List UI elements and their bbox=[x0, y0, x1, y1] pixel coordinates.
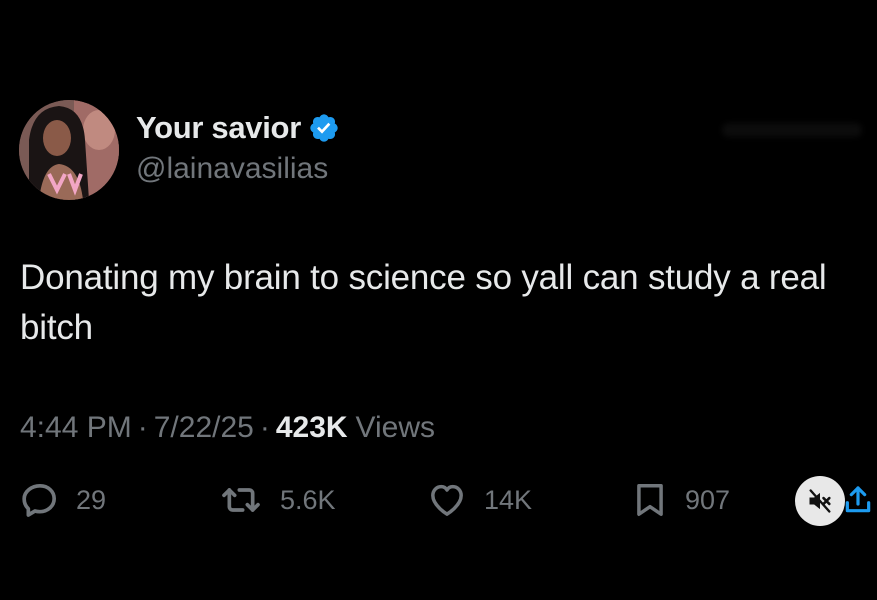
meta-separator: · bbox=[137, 411, 148, 444]
avatar[interactable] bbox=[19, 100, 119, 200]
meta-separator: · bbox=[259, 411, 270, 444]
bookmark-icon bbox=[637, 484, 663, 516]
like-button[interactable]: 14K bbox=[426, 478, 532, 522]
views-label: Views bbox=[355, 411, 436, 444]
verified-badge-icon bbox=[308, 112, 340, 144]
tweet-meta: 4:44 PM · 7/22/25 · 423K Views bbox=[20, 408, 435, 448]
repost-button[interactable]: 5.6K bbox=[218, 478, 336, 522]
bookmark-count: 907 bbox=[685, 484, 731, 515]
like-count: 14K bbox=[484, 484, 533, 515]
share-icon bbox=[845, 486, 871, 513]
repost-count: 5.6K bbox=[280, 484, 336, 515]
display-name[interactable]: Your savior bbox=[136, 110, 301, 146]
bookmark-button[interactable]: 907 bbox=[631, 478, 730, 522]
avatar-image bbox=[19, 100, 119, 200]
display-name-row[interactable]: Your savior bbox=[136, 108, 340, 148]
tweet: Your savior @lainavasilias Donating my b… bbox=[0, 0, 877, 600]
speaker-muted-icon bbox=[809, 489, 831, 513]
tweet-date[interactable]: 7/22/25 bbox=[154, 411, 254, 445]
views-count: 423K bbox=[275, 411, 348, 444]
mute-button[interactable] bbox=[795, 476, 845, 526]
share-button[interactable] bbox=[842, 480, 874, 525]
handle[interactable]: @lainavasilias bbox=[136, 152, 328, 186]
tweet-time[interactable]: 4:44 PM bbox=[20, 411, 132, 445]
repost-icon bbox=[222, 488, 260, 512]
tweet-text: Donating my brain to science so yall can… bbox=[20, 258, 827, 347]
blurred-header-element bbox=[722, 123, 862, 137]
reply-count: 29 bbox=[76, 484, 107, 515]
heart-icon bbox=[431, 484, 463, 516]
reply-icon bbox=[22, 484, 57, 517]
reply-button[interactable]: 29 bbox=[20, 478, 106, 522]
